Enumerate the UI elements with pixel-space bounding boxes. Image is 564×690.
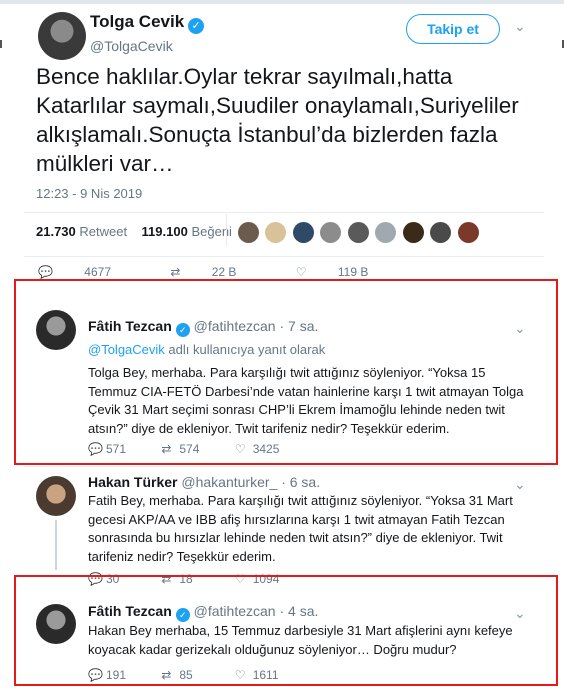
- reply-author-handle[interactable]: @fatihtezcan: [194, 603, 276, 619]
- liker-avatar[interactable]: [347, 222, 369, 243]
- divider: [24, 256, 544, 257]
- reply-time[interactable]: · 4 sa.: [279, 603, 318, 619]
- like-action[interactable]: ♡ 3425: [235, 442, 305, 456]
- chevron-down-icon[interactable]: ⌄: [514, 605, 526, 622]
- reply-to-handle[interactable]: @TolgaCevik: [88, 342, 165, 357]
- reply-icon: 💬: [88, 442, 103, 456]
- like-action[interactable]: ♡ 119 B: [296, 265, 397, 279]
- reply-header: Hakan Türker @hakanturker_ · 6 sa.: [88, 474, 320, 490]
- like-count[interactable]: 119.100: [142, 224, 188, 239]
- retweet-action[interactable]: ⇄ 22 B: [170, 265, 264, 279]
- liker-avatar[interactable]: [402, 222, 424, 243]
- reply-icon: 💬: [38, 265, 53, 279]
- reply-to-line: @TolgaCevik adlı kullanıcıya yanıt olara…: [88, 342, 325, 357]
- like-action[interactable]: ♡ 1611: [235, 668, 305, 682]
- liker-avatar[interactable]: [430, 222, 452, 243]
- retweet-action[interactable]: ⇄ 85: [161, 668, 231, 682]
- chevron-down-icon[interactable]: ⌄: [514, 320, 526, 337]
- retweet-action[interactable]: ⇄ 574: [161, 442, 231, 456]
- reply-action[interactable]: 💬 571: [88, 442, 158, 456]
- window-edge-right: [558, 40, 564, 48]
- stats-divider: [226, 214, 227, 246]
- divider: [24, 466, 544, 467]
- reply-time[interactable]: · 6 sa.: [281, 474, 320, 490]
- reply-time[interactable]: · 7 sa.: [279, 318, 318, 334]
- reply-author-name[interactable]: Fâtih Tezcan: [88, 318, 172, 334]
- reply-text: Tolga Bey, merhaba. Para karşılığı twit …: [88, 365, 524, 436]
- avatar[interactable]: [36, 476, 76, 516]
- liker-avatar[interactable]: [238, 222, 259, 243]
- reply-header: Fâtih Tezcan ✓ @fatihtezcan · 7 sa.: [88, 318, 318, 337]
- chevron-down-icon[interactable]: ⌄: [514, 18, 526, 35]
- retweet-label[interactable]: Retweet: [79, 224, 127, 239]
- reply-author-name[interactable]: Hakan Türker: [88, 474, 177, 490]
- reply-actions: 💬 571 ⇄ 574 ♡ 3425: [88, 442, 305, 456]
- reply-action[interactable]: 💬 191: [88, 668, 158, 682]
- verified-icon: ✓: [188, 18, 205, 34]
- author-handle[interactable]: @TolgaCevik: [90, 38, 204, 54]
- tweet-text: Bence haklılar.Oylar tekrar sayılmalı,ha…: [36, 64, 519, 176]
- liker-avatar[interactable]: [292, 222, 314, 243]
- follow-button[interactable]: Takip et: [406, 14, 500, 44]
- author-block: Tolga Cevik ✓ @TolgaCevik: [90, 12, 205, 54]
- like-icon: ♡: [234, 442, 246, 456]
- window-edge-left: [0, 40, 6, 48]
- reply-to-label: adlı kullanıcıya yanıt olarak: [164, 342, 326, 357]
- reply-header: Fâtih Tezcan ✓ @fatihtezcan · 4 sa.: [88, 603, 318, 622]
- liker-avatar[interactable]: [457, 222, 479, 243]
- avatar[interactable]: [36, 604, 76, 644]
- reply-icon: 💬: [88, 668, 103, 682]
- reply-author-handle[interactable]: @hakanturker_: [181, 474, 277, 490]
- retweet-icon: ⇄: [170, 265, 181, 279]
- like-icon: ♡: [234, 668, 246, 682]
- divider: [24, 212, 544, 213]
- reply-author-name[interactable]: Fâtih Tezcan: [88, 603, 172, 619]
- retweet-icon: ⇄: [161, 442, 172, 456]
- top-border: [0, 0, 564, 4]
- tweet-actions: 💬 4677 ⇄ 22 B ♡ 119 B: [38, 265, 424, 279]
- reply-actions: 💬 191 ⇄ 85 ♡ 1611: [88, 668, 305, 682]
- avatar[interactable]: [38, 12, 86, 60]
- retweet-count[interactable]: 21.730: [36, 224, 76, 239]
- liker-avatar[interactable]: [375, 222, 397, 243]
- thread-line: [55, 520, 57, 570]
- reply-text: Hakan Bey merhaba, 15 Temmuz darbesiyle …: [88, 623, 513, 657]
- reply-text: Fatih Bey, merhaba. Para karşılığı twit …: [88, 493, 513, 564]
- verified-icon: ✓: [175, 323, 190, 337]
- tweet-stats: 21.730 Retweet 119.100 Beğeni: [36, 224, 232, 239]
- retweet-icon: ⇄: [161, 668, 172, 682]
- tweet-timestamp[interactable]: 12:23 - 9 Nis 2019: [36, 186, 142, 201]
- verified-icon: ✓: [175, 608, 190, 622]
- chevron-down-icon[interactable]: ⌄: [514, 476, 526, 493]
- liker-avatars: [238, 222, 481, 243]
- liker-avatar[interactable]: [320, 222, 342, 243]
- reply-author-handle[interactable]: @fatihtezcan: [194, 318, 276, 334]
- author-name[interactable]: Tolga Cevik: [90, 12, 184, 31]
- liker-avatar[interactable]: [265, 222, 287, 243]
- avatar[interactable]: [36, 310, 76, 350]
- reply-action[interactable]: 💬 4677: [38, 265, 139, 279]
- like-icon: ♡: [295, 265, 307, 279]
